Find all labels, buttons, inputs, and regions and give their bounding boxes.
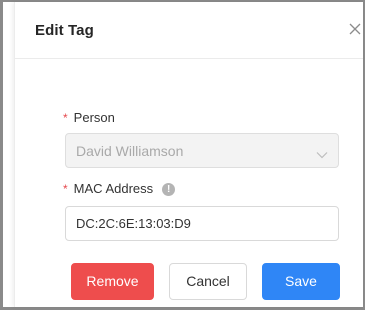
required-mark: * xyxy=(63,111,68,125)
chevron-down-icon xyxy=(316,146,328,159)
dialog-title: Edit Tag xyxy=(35,22,94,39)
person-select-value: David Williamson xyxy=(76,143,184,159)
person-select[interactable]: David Williamson xyxy=(65,133,339,168)
mac-address-input[interactable] xyxy=(65,206,339,241)
info-icon[interactable]: ! xyxy=(162,183,176,196)
person-label-text: Person xyxy=(73,110,115,125)
mac-address-label-text: MAC Address xyxy=(73,181,154,196)
edit-tag-dialog: Edit Tag * Person David Williamson * MAC A… xyxy=(14,2,363,307)
close-icon[interactable] xyxy=(348,22,362,36)
cancel-button[interactable]: Cancel xyxy=(169,263,247,300)
required-mark: * xyxy=(63,182,68,196)
save-button[interactable]: Save xyxy=(262,263,340,300)
mac-address-label: * MAC Address! xyxy=(63,181,176,196)
person-label: * Person xyxy=(63,110,115,125)
remove-button[interactable]: Remove xyxy=(71,263,154,300)
dialog-header: Edit Tag xyxy=(15,2,363,59)
